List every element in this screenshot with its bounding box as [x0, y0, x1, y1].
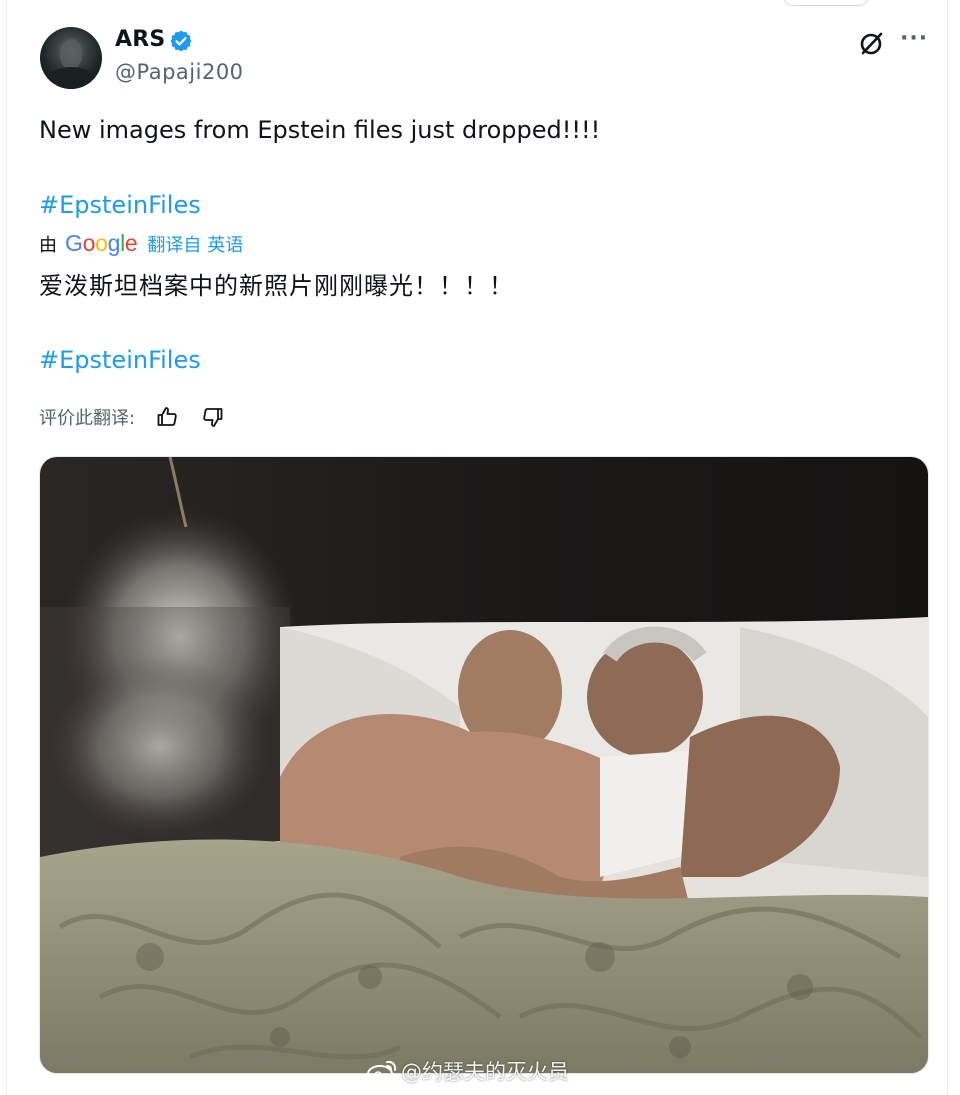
- avatar[interactable]: [40, 27, 102, 89]
- avatar-shoulders: [46, 67, 96, 89]
- grok-icon[interactable]: [857, 28, 887, 58]
- rate-translation-label: 评价此翻译:: [39, 408, 136, 429]
- tweet-hashtag[interactable]: #EpsteinFiles: [39, 191, 201, 219]
- author-name[interactable]: ARS: [115, 27, 165, 52]
- top-pill: [783, 0, 869, 6]
- google-logo[interactable]: Google: [65, 230, 138, 257]
- thumbs-up-icon[interactable]: [155, 405, 179, 429]
- tweet-card: ARS @Papaji200 ··· New images from Epste…: [6, 0, 948, 1095]
- weibo-icon: [367, 1060, 397, 1083]
- tweet-photo[interactable]: [39, 456, 929, 1074]
- translated-by-line: 由 Google 翻译自 英语: [39, 230, 243, 257]
- thumbs-down-icon[interactable]: [201, 405, 225, 429]
- translated-from-label[interactable]: 翻译自: [147, 231, 201, 257]
- tweet-text: New images from Epstein files just dropp…: [39, 116, 601, 144]
- author-handle[interactable]: @Papaji200: [115, 60, 244, 84]
- translated-by-prefix: 由: [39, 235, 57, 256]
- photo-content: [40, 457, 928, 1073]
- verified-badge-icon: [170, 30, 192, 52]
- watermark-text: @约瑟夫的灭火员: [401, 1060, 569, 1084]
- translated-hashtag[interactable]: #EpsteinFiles: [39, 346, 201, 374]
- avatar-face: [60, 39, 82, 69]
- watermark: @约瑟夫的灭火员: [367, 1056, 569, 1086]
- rate-translation-row: 评价此翻译:: [39, 404, 225, 430]
- translated-text: 爱泼斯坦档案中的新照片刚刚曝光！！！！: [39, 272, 514, 300]
- source-language[interactable]: 英语: [207, 231, 243, 257]
- more-icon[interactable]: ···: [900, 26, 928, 51]
